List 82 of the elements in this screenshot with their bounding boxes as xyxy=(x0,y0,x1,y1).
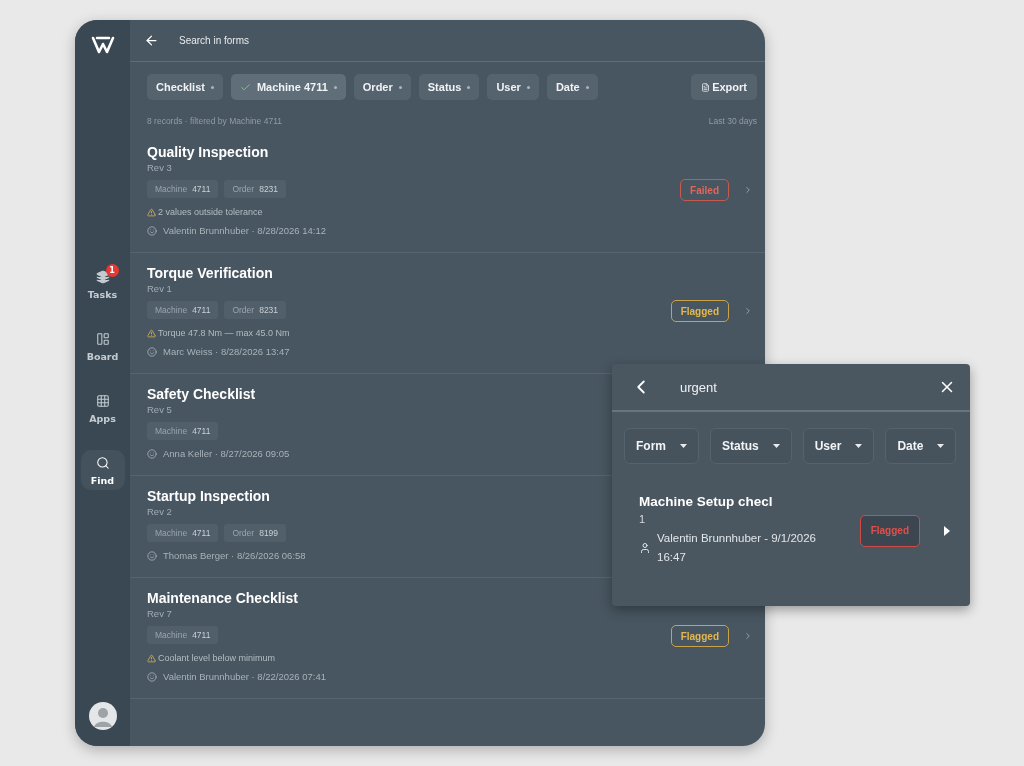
result-revision: 1 xyxy=(639,513,647,525)
filter-chip[interactable]: User xyxy=(487,74,539,100)
filter-chip[interactable]: Machine 4711 xyxy=(230,74,346,100)
record-meta: Thomas Berger · 8/26/2026 06:58 xyxy=(163,550,306,561)
check-icon xyxy=(239,81,251,93)
caret-down-icon xyxy=(772,444,780,448)
layers-icon xyxy=(95,270,110,284)
warning-text: Torque 47.8 Nm — max 45.0 Nm xyxy=(158,328,290,338)
record-meta: Anna Keller · 8/27/2026 09:05 xyxy=(163,448,290,459)
grid-icon xyxy=(95,394,110,408)
dropdown-dot-icon xyxy=(526,85,530,89)
filter-dropdown[interactable]: User xyxy=(802,428,875,464)
dropdown-dot-icon xyxy=(585,85,589,89)
user-icon xyxy=(147,346,157,357)
record-title: Safety Checklist xyxy=(147,386,256,403)
filter-chip[interactable]: Status xyxy=(418,74,480,100)
filter-chip[interactable]: Order xyxy=(353,74,411,100)
back-icon[interactable] xyxy=(144,33,159,48)
record-tag: Machine 4711 xyxy=(147,524,219,542)
record-revision: Rev 2 xyxy=(147,505,172,518)
record-tag: Machine 4711 xyxy=(147,422,219,440)
record-tag: Machine 4711 xyxy=(147,626,219,644)
warning-text: Coolant level below minimum xyxy=(158,653,276,663)
filter-dropdown[interactable]: Form xyxy=(624,428,699,464)
record-title: Maintenance Checklist xyxy=(147,590,298,607)
logo-icon xyxy=(90,36,115,54)
record-tag: Order 8231 xyxy=(224,180,287,198)
warning-icon xyxy=(147,207,156,217)
dropdown-dot-icon xyxy=(467,85,471,89)
dropdown-dot-icon xyxy=(210,85,214,89)
date-range: Last 30 days xyxy=(708,116,757,126)
status-label: Flagged xyxy=(859,514,920,547)
record-title: Startup Inspection xyxy=(147,488,270,505)
search-icon xyxy=(95,456,110,470)
record-title: Torque Verification xyxy=(147,265,273,282)
record-meta: Valentin Brunnhuber · 8/28/2026 14:12 xyxy=(163,225,327,236)
result-meta: Valentin Brunnhuber - 9/1/2026 16:47 xyxy=(657,531,817,565)
record-revision: Rev 3 xyxy=(147,161,172,174)
filter-dropdown[interactable]: Date xyxy=(885,428,957,464)
caret-down-icon xyxy=(855,444,863,448)
status-label: Flagged xyxy=(670,625,729,647)
warning-text: 2 values outside tolerance xyxy=(158,207,263,217)
record-title: Quality Inspection xyxy=(147,144,269,161)
record-tag: Machine 4711 xyxy=(147,180,219,198)
user-icon xyxy=(147,225,157,236)
play-arrow-icon[interactable] xyxy=(944,525,950,536)
caret-down-icon xyxy=(680,444,687,448)
user-icon xyxy=(147,550,157,561)
notification-badge: 1 xyxy=(105,264,119,277)
nav-item[interactable]: Apps xyxy=(80,388,125,428)
nav-item[interactable]: Board xyxy=(80,326,125,366)
filter-chip[interactable]: Checklist xyxy=(147,74,223,100)
board-icon xyxy=(95,332,110,346)
document-icon xyxy=(701,82,711,92)
record-revision: Rev 7 xyxy=(147,607,172,620)
user-icon xyxy=(147,448,157,459)
warning-icon xyxy=(147,328,156,338)
filter-dropdown[interactable]: Status xyxy=(710,428,792,464)
record-revision: Rev 5 xyxy=(147,403,172,416)
record-summary: 8 records · filtered by Machine 4711 xyxy=(147,116,282,126)
user-icon xyxy=(639,542,651,554)
record-revision: Rev 1 xyxy=(147,282,172,295)
filter-chip[interactable]: Date xyxy=(546,74,598,100)
caret-down-icon xyxy=(937,444,945,448)
avatar-icon[interactable] xyxy=(88,702,117,730)
record-meta: Marc Weiss · 8/28/2026 13:47 xyxy=(163,346,290,357)
dropdown-dot-icon xyxy=(333,85,337,89)
record-meta: Valentin Brunnhuber · 8/22/2026 07:41 xyxy=(163,671,327,682)
record-tag: Order 8231 xyxy=(224,301,287,319)
export-button[interactable]: Export xyxy=(691,74,757,100)
user-icon xyxy=(147,671,157,682)
record-tag: Machine 4711 xyxy=(147,301,219,319)
nav-item[interactable]: Find xyxy=(80,450,125,490)
nav-item[interactable]: Tasks 1 xyxy=(80,264,125,304)
search-query[interactable]: urgent xyxy=(680,379,938,395)
warning-icon xyxy=(147,653,156,663)
result-title: Machine Setup checl xyxy=(639,494,774,509)
record-tag: Order 8199 xyxy=(224,524,287,542)
page-title: Search in forms xyxy=(179,35,250,46)
status-label: Failed xyxy=(680,179,729,201)
dropdown-dot-icon xyxy=(398,85,402,89)
status-label: Flagged xyxy=(670,300,729,322)
